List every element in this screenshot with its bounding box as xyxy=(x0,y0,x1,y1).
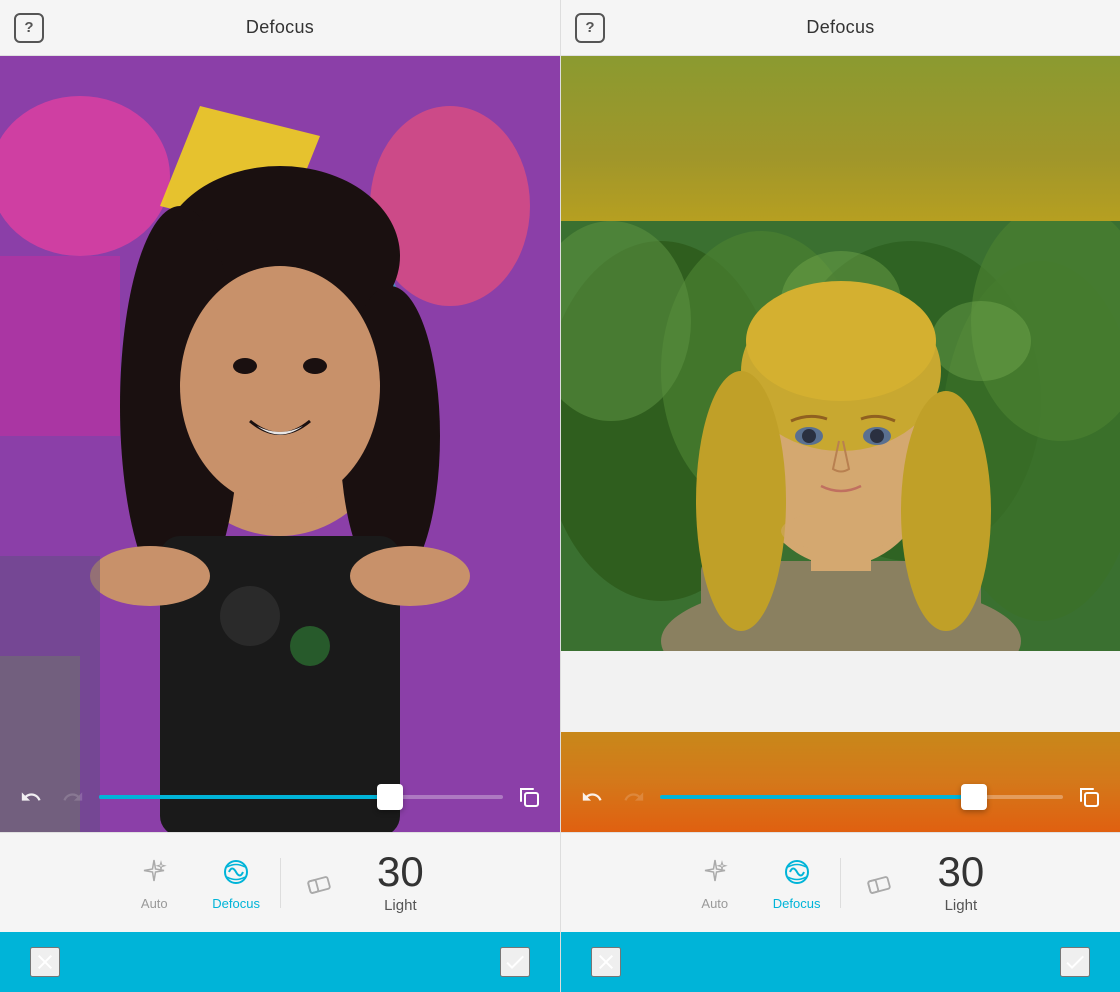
right-toolbar: Auto Defocus 30 xyxy=(561,832,1120,932)
left-number-label: Light xyxy=(384,897,417,914)
right-help-button[interactable]: ? xyxy=(575,13,605,43)
left-panel: ? Defocus xyxy=(0,0,560,992)
right-defocus-icon xyxy=(782,857,812,887)
left-help-button[interactable]: ? xyxy=(14,13,44,43)
right-defocus-icon-container xyxy=(779,854,815,890)
left-redo-button[interactable] xyxy=(57,781,89,813)
left-image-area xyxy=(0,56,560,832)
left-auto-label: Auto xyxy=(141,896,168,911)
left-redo-icon xyxy=(62,786,84,808)
right-confirm-icon xyxy=(1063,950,1087,974)
left-slider-fill xyxy=(99,795,390,799)
right-portrait-svg xyxy=(561,221,1120,651)
right-cancel-button[interactable] xyxy=(591,947,621,977)
right-slider-track-container[interactable] xyxy=(660,794,1063,800)
right-number-value: 30 xyxy=(937,851,984,893)
right-undo-button[interactable] xyxy=(576,781,608,813)
right-slider-thumb[interactable] xyxy=(961,784,987,810)
left-cancel-button[interactable] xyxy=(30,947,60,977)
left-tool-auto[interactable]: Auto xyxy=(116,854,192,911)
left-slider-thumb[interactable] xyxy=(377,784,403,810)
left-confirm-button[interactable] xyxy=(500,947,530,977)
right-number-item: 30 Light xyxy=(917,851,1004,914)
left-tool-defocus[interactable]: Defocus xyxy=(192,854,280,911)
right-slider-fill xyxy=(660,795,974,799)
left-defocus-icon-container xyxy=(218,854,254,890)
left-undo-icon xyxy=(20,786,42,808)
right-eraser-icon xyxy=(865,869,893,897)
right-slider-container xyxy=(561,762,1120,832)
right-auto-label: Auto xyxy=(701,896,728,911)
left-slider-track-container[interactable] xyxy=(99,794,503,800)
right-auto-icon xyxy=(697,854,733,890)
left-bg-art xyxy=(0,56,560,832)
right-number-label: Light xyxy=(945,897,978,914)
left-auto-icon xyxy=(136,854,172,890)
left-copy-icon xyxy=(517,785,541,809)
right-image-area xyxy=(561,56,1120,832)
left-light-icon-container xyxy=(301,865,337,901)
left-defocus-label: Defocus xyxy=(212,896,260,911)
right-tool-auto[interactable]: Auto xyxy=(677,854,753,911)
right-panel: ? Defocus xyxy=(560,0,1120,992)
left-toolbar: Auto Defocus 30 xyxy=(0,832,560,932)
right-title: Defocus xyxy=(806,17,874,38)
left-title: Defocus xyxy=(246,17,314,38)
right-copy-icon xyxy=(1077,785,1101,809)
left-header: ? Defocus xyxy=(0,0,560,56)
left-number-item: 30 Light xyxy=(357,851,444,914)
right-cancel-icon xyxy=(594,950,618,974)
right-slider-track xyxy=(660,795,1063,799)
right-portrait-container xyxy=(561,221,1120,651)
left-defocus-icon xyxy=(221,857,251,887)
right-copy-button[interactable] xyxy=(1073,781,1105,813)
right-photo xyxy=(561,56,1120,832)
left-number-value: 30 xyxy=(377,851,424,893)
right-sparkle-icon xyxy=(701,858,729,886)
right-bokeh-top xyxy=(561,56,1120,226)
right-tool-defocus[interactable]: Defocus xyxy=(753,854,841,911)
left-confirm-icon xyxy=(503,950,527,974)
right-light-icon-container xyxy=(861,865,897,901)
right-redo-button[interactable] xyxy=(618,781,650,813)
right-confirm-button[interactable] xyxy=(1060,947,1090,977)
left-slider-container xyxy=(0,762,560,832)
right-redo-icon xyxy=(623,786,645,808)
left-eraser-icon xyxy=(305,869,333,897)
left-sparkle-icon xyxy=(140,858,168,886)
left-copy-button[interactable] xyxy=(513,781,545,813)
left-cancel-icon xyxy=(33,950,57,974)
left-bottom-bar xyxy=(0,932,560,992)
right-undo-icon xyxy=(581,786,603,808)
right-bottom-bar xyxy=(561,932,1120,992)
right-header: ? Defocus xyxy=(561,0,1120,56)
left-photo xyxy=(0,56,560,832)
right-defocus-label: Defocus xyxy=(773,896,821,911)
left-tool-light[interactable] xyxy=(281,865,357,901)
left-slider-track xyxy=(99,795,503,799)
right-tool-light[interactable] xyxy=(841,865,917,901)
left-undo-button[interactable] xyxy=(15,781,47,813)
